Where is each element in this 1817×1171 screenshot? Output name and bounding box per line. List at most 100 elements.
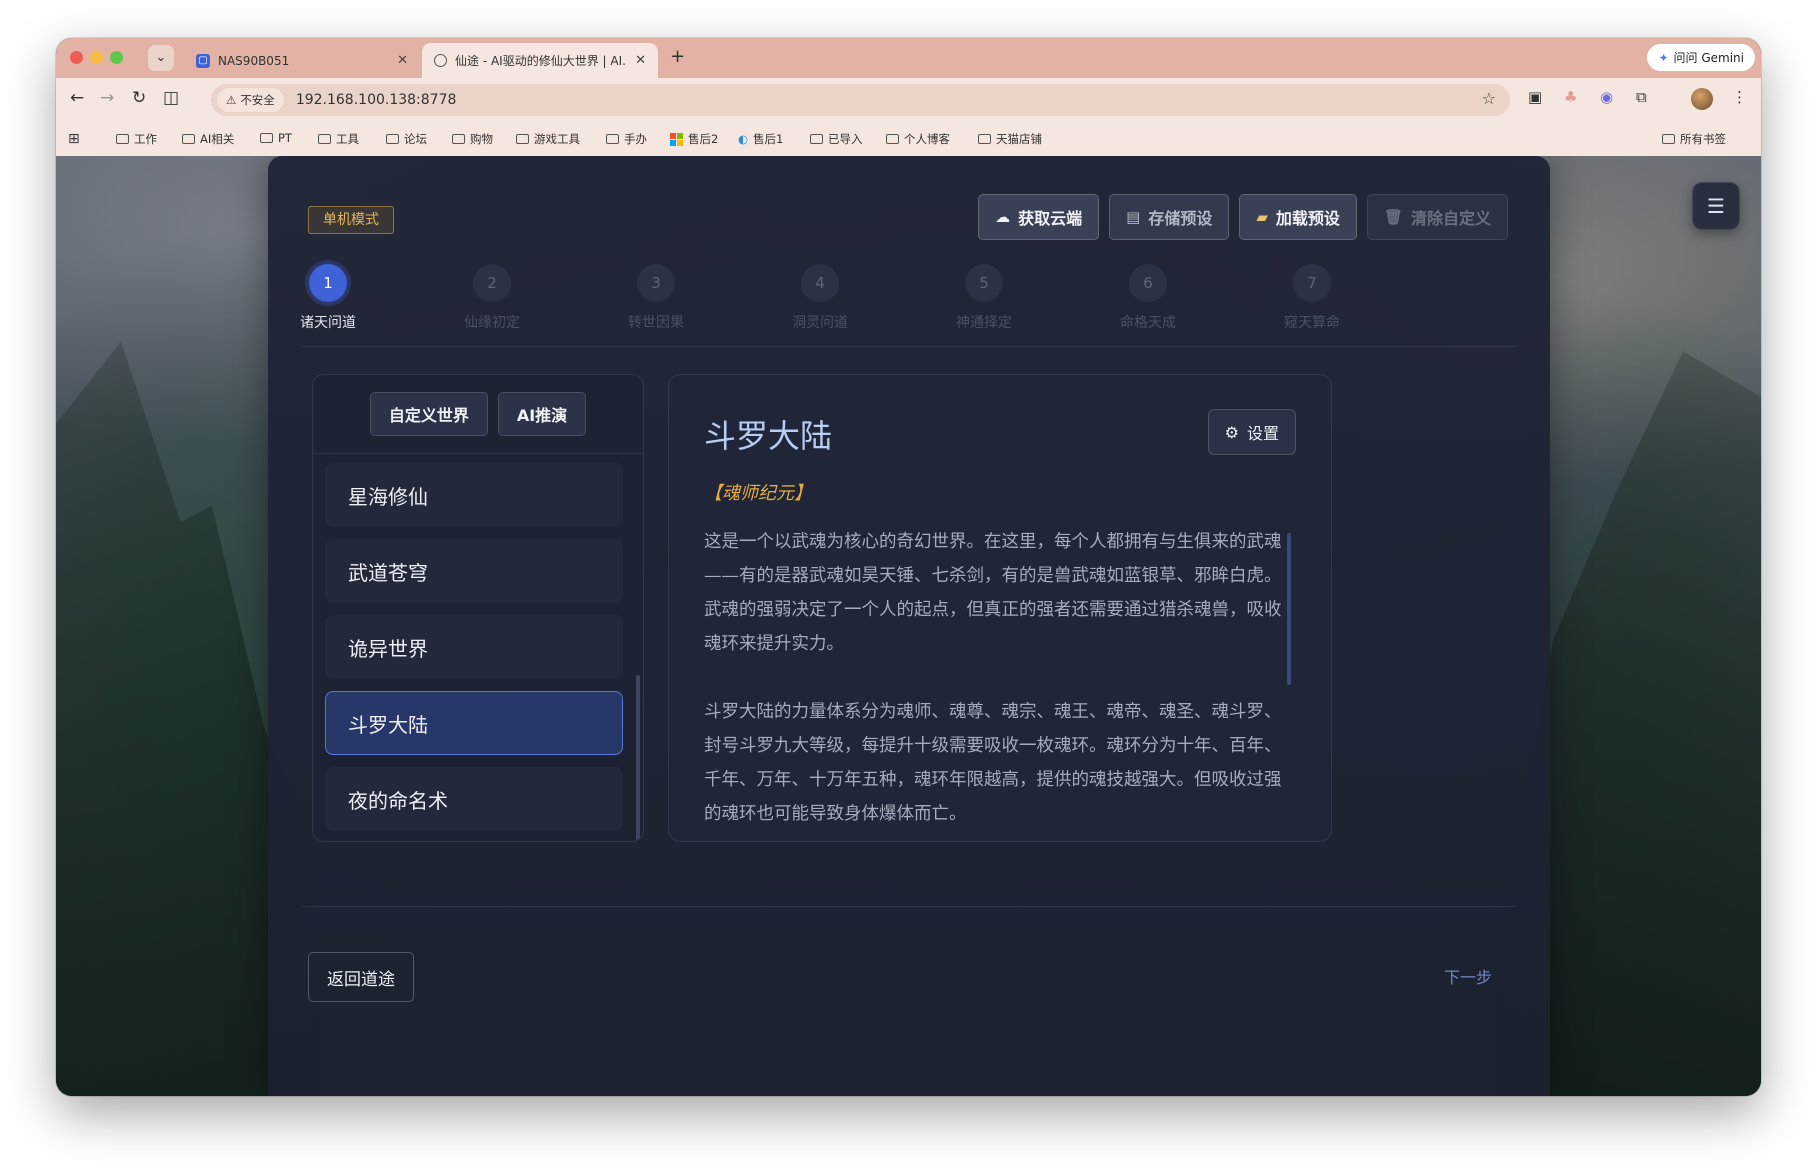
- step-label: 转世因果: [628, 315, 684, 331]
- bookmark-folder[interactable]: 工作: [116, 131, 157, 147]
- warning-icon: ⚠: [226, 93, 237, 107]
- bookmark-folder[interactable]: 天猫店铺: [978, 131, 1042, 147]
- world-items: 星海修仙 武道苍穹 诡异世界 斗罗大陆 夜的命名术: [325, 463, 623, 841]
- divider: [302, 346, 1516, 347]
- address-bar[interactable]: ⚠ 不安全 192.168.100.138:8778 ☆: [211, 84, 1510, 116]
- back-button[interactable]: 返回道途: [308, 952, 414, 1002]
- divider: [302, 906, 1516, 907]
- step-label: 神通择定: [956, 315, 1012, 331]
- bookmark-folder[interactable]: 论坛: [386, 131, 427, 147]
- bookmark-folder[interactable]: PT: [260, 131, 292, 145]
- main-panel: 单机模式 ☁ 获取云端 ▤ 存储预设 ▰ 加载预设 🗑 清除自定义 1 诸天问道…: [268, 156, 1550, 1096]
- gear-icon: ⚙: [1224, 422, 1239, 442]
- globe-favicon-icon: [434, 54, 447, 67]
- tab-nas[interactable]: ▢ NAS90B051 ✕: [184, 43, 420, 78]
- folder-icon: [810, 134, 823, 144]
- cloud-icon: ☁: [995, 208, 1011, 226]
- custom-world-button[interactable]: 自定义世界: [369, 392, 488, 436]
- trash-icon: 🗑: [1383, 208, 1403, 226]
- world-item[interactable]: 武道苍穹: [325, 539, 623, 603]
- world-item[interactable]: 夜的命名术: [325, 767, 623, 831]
- split-view-icon[interactable]: ◫: [163, 88, 179, 108]
- bookmark-folder[interactable]: 个人博客: [886, 131, 950, 147]
- world-detail-panel: 斗罗大陆 ⚙ 设置 【魂师纪元】 这是一个以武魂为核心的奇幻世界。在这里，每个人…: [668, 374, 1332, 842]
- hamburger-menu-icon[interactable]: ☰: [1692, 182, 1740, 230]
- close-window-button[interactable]: [70, 51, 83, 64]
- tab-title: 仙途 - AI驱动的修仙大世界 | AI...: [455, 54, 628, 68]
- folder-icon: [452, 134, 465, 144]
- load-preset-button[interactable]: ▰ 加载预设: [1239, 194, 1357, 240]
- folder-icon: [386, 134, 399, 144]
- tab-title: NAS90B051: [218, 53, 290, 68]
- step-number: 5: [965, 264, 1003, 302]
- new-tab-button[interactable]: +: [670, 46, 685, 67]
- extension-icon[interactable]: ♣: [1564, 88, 1577, 106]
- profile-avatar[interactable]: [1691, 88, 1713, 110]
- step-7[interactable]: 7 窥天算命: [1252, 264, 1372, 332]
- browser-window: ⌄ ▢ NAS90B051 ✕ 仙途 - AI驱动的修仙大世界 | AI... …: [56, 38, 1761, 1096]
- folder-icon: [516, 134, 529, 144]
- step-4[interactable]: 4 洞灵问道: [760, 264, 880, 332]
- ai-derive-button[interactable]: AI推演: [497, 392, 587, 436]
- scrollbar[interactable]: [636, 675, 640, 841]
- step-number: 4: [801, 264, 839, 302]
- bookmark-folder[interactable]: AI相关: [182, 131, 234, 147]
- back-arrow-icon[interactable]: ←: [70, 88, 84, 108]
- security-indicator[interactable]: ⚠ 不安全: [217, 88, 284, 112]
- world-item-selected[interactable]: 斗罗大陆: [325, 691, 623, 755]
- tab-close-icon[interactable]: ✕: [635, 53, 646, 68]
- settings-button[interactable]: ⚙ 设置: [1207, 409, 1296, 455]
- step-number: 2: [473, 264, 511, 302]
- folder-icon: [606, 134, 619, 144]
- tab-search-chevron-icon[interactable]: ⌄: [148, 45, 174, 71]
- sparkle-icon: ✦: [1658, 50, 1669, 65]
- folder-icon: [318, 134, 331, 144]
- forward-arrow-icon[interactable]: →: [100, 88, 114, 108]
- step-number: 1: [309, 264, 347, 302]
- tab-close-icon[interactable]: ✕: [397, 53, 408, 68]
- step-3[interactable]: 3 转世因果: [596, 264, 716, 332]
- folder-icon: [260, 133, 273, 143]
- puzzle-icon[interactable]: ⧉: [1636, 88, 1647, 106]
- clear-custom-button[interactable]: 🗑 清除自定义: [1366, 194, 1508, 240]
- next-step-button[interactable]: 下一步: [1444, 964, 1492, 988]
- extension-icon[interactable]: ▣: [1528, 88, 1542, 106]
- reload-icon[interactable]: ↻: [132, 88, 146, 108]
- tab-xiantu[interactable]: 仙途 - AI驱动的修仙大世界 | AI... ✕: [422, 43, 658, 78]
- step-2[interactable]: 2 仙缘初定: [432, 264, 552, 332]
- step-1[interactable]: 1 诸天问道: [268, 264, 388, 332]
- maximize-window-button[interactable]: [110, 51, 123, 64]
- bookmark-folder[interactable]: 游戏工具: [516, 131, 580, 147]
- description-paragraph: 这是一个以武魂为核心的奇幻世界。在这里，每个人都拥有与生俱来的武魂——有的是器武…: [704, 532, 1282, 654]
- all-bookmarks[interactable]: 所有书签: [1662, 131, 1726, 147]
- save-preset-button[interactable]: ▤ 存储预设: [1109, 194, 1230, 240]
- url-text[interactable]: 192.168.100.138:8778: [296, 92, 457, 108]
- bookmark-star-icon[interactable]: ☆: [1482, 89, 1496, 108]
- security-label: 不安全: [240, 93, 275, 107]
- step-label: 仙缘初定: [464, 315, 520, 331]
- bookmark-link[interactable]: 售后2: [670, 131, 718, 147]
- minimize-window-button[interactable]: [90, 51, 103, 64]
- world-description: 这是一个以武魂为核心的奇幻世界。在这里，每个人都拥有与生俱来的武魂——有的是器武…: [704, 525, 1284, 841]
- step-number: 7: [1293, 264, 1331, 302]
- step-6[interactable]: 6 命格天成: [1088, 264, 1208, 332]
- apps-grid-icon[interactable]: ⊞: [68, 131, 80, 147]
- bookmark-folder[interactable]: 购物: [452, 131, 493, 147]
- bookmark-folder[interactable]: 已导入: [810, 131, 863, 147]
- bookmark-folder[interactable]: 手办: [606, 131, 647, 147]
- step-5[interactable]: 5 神通择定: [924, 264, 1044, 332]
- page-viewport: ☰ 单机模式 ☁ 获取云端 ▤ 存储预设 ▰ 加载预设 🗑 清除自定义 1 诸天…: [56, 156, 1761, 1096]
- more-menu-icon[interactable]: ⋮: [1732, 88, 1747, 106]
- bookmark-link[interactable]: ◐ 售后1: [738, 131, 783, 147]
- fetch-cloud-button[interactable]: ☁ 获取云端: [978, 194, 1100, 240]
- gemini-button[interactable]: ✦ 问问 Gemini: [1647, 44, 1755, 71]
- extension-icon[interactable]: ◉: [1600, 88, 1613, 106]
- step-number: 6: [1129, 264, 1167, 302]
- scrollbar[interactable]: [1287, 533, 1291, 685]
- world-item[interactable]: 星海修仙: [325, 463, 623, 527]
- step-label: 命格天成: [1120, 315, 1176, 331]
- site-favicon-icon: ◐: [738, 132, 749, 146]
- folder-open-icon: ▰: [1256, 208, 1268, 226]
- bookmark-folder[interactable]: 工具: [318, 131, 359, 147]
- world-item[interactable]: 诡异世界: [325, 615, 623, 679]
